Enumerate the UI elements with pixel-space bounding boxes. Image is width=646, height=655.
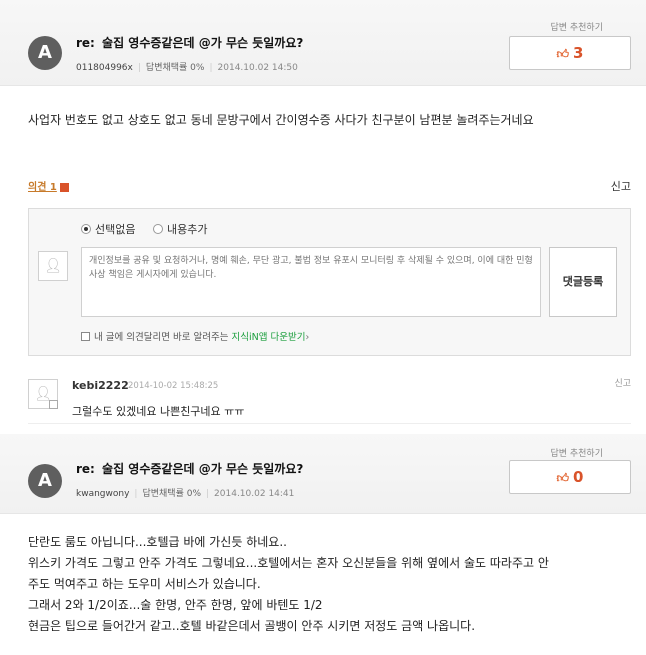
radio-no-selection[interactable]: 선택없음 <box>81 221 135 237</box>
answer-line: 현금은 팁으로 들어간거 같고..호텔 바같은데서 골뱅이 안주 시키면 저정도… <box>28 619 476 633</box>
recommend-count: 3 <box>573 44 584 62</box>
answer-meta: kwangwony | 답변채택률 0% | 2014.10.02 14:41 <box>76 489 295 499</box>
app-download-link[interactable]: 지식iN앱 다운받기› <box>231 332 309 343</box>
answer-date: 2014.10.02 14:50 <box>217 63 298 73</box>
report-link[interactable]: 신고 <box>611 178 631 194</box>
answerer-avatar: A <box>28 464 62 498</box>
comment-input[interactable] <box>81 247 541 317</box>
answerer-id[interactable]: 011804996x <box>76 63 133 73</box>
answer-body: 단란도 룸도 아닙니다...호텔급 바에 가신듯 하네요.. 위스키 가격도 그… <box>28 532 549 637</box>
comment-box: 선택없음 내용추가 👤︎ 댓글등록 내 글에 의견달리면 바로 알려주는 지식i… <box>28 208 631 356</box>
comment-type-radios: 선택없음 내용추가 <box>81 221 221 237</box>
re-prefix: re: <box>76 36 95 50</box>
app-download-label: 지식iN앱 다운받기 <box>231 332 306 343</box>
adoption-rate: 답변채택률 0% <box>145 63 205 73</box>
notify-text: 내 글에 의견달리면 바로 알려주는 <box>94 332 229 343</box>
radio-selected-icon <box>81 224 91 234</box>
reply-user[interactable]: kebi2222 <box>72 379 129 392</box>
thumbs-up-icon: 👍︎ <box>556 47 570 61</box>
user-avatar-icon: 👤︎ <box>38 251 68 281</box>
answer-date: 2014.10.02 14:41 <box>214 489 295 499</box>
opinion-toggle-link[interactable]: 의견 1 <box>28 182 57 193</box>
answer-line: 그래서 2와 1/2이죠...술 한명, 안주 한명, 앞에 바텐도 1/2 <box>28 598 323 612</box>
re-prefix: re: <box>76 462 95 476</box>
opinion-row: 의견 1 신고 <box>28 178 631 196</box>
answer-line: 사업자 번호도 없고 상호도 없고 동네 문방구에서 간이영수증 사다가 친구분… <box>28 113 534 127</box>
reply-report-link[interactable]: 신고 <box>614 376 631 389</box>
reply-avatar: 👤︎ <box>28 379 58 409</box>
radio-add-content-label: 내용추가 <box>166 223 208 236</box>
recommend-count: 0 <box>573 468 584 486</box>
radio-empty-icon <box>152 224 163 234</box>
chevron-right-icon: › <box>305 332 310 343</box>
recommend-button[interactable]: 👍︎ 0 <box>509 460 631 494</box>
answer-line: 주도 먹여주고 하는 도우미 서비스가 있습니다. <box>28 577 261 591</box>
answer-line: 위스키 가격도 그렇고 안주 가격도 그렇네요...호텔에서는 혼자 오신분들을… <box>28 556 549 570</box>
answer-header: A re: 술집 영수증같은데 @가 무슨 듯일까요? kwangwony | 답변… <box>0 434 646 514</box>
answerer-id[interactable]: kwangwony <box>76 489 129 499</box>
answer-body: 사업자 번호도 없고 상호도 없고 동네 문방구에서 간이영수증 사다가 친구분… <box>28 110 534 131</box>
answer-title-text: 술집 영수증같은데 @가 무슨 듯일까요? <box>102 36 304 50</box>
recommend-button[interactable]: 👍︎ 3 <box>509 36 631 70</box>
notify-row: 내 글에 의견달리면 바로 알려주는 지식iN앱 다운받기› <box>81 329 309 343</box>
answer-title: re: 술집 영수증같은데 @가 무슨 듯일까요? <box>76 34 303 51</box>
recommend-label: 답변 추천하기 <box>550 23 603 33</box>
answer-title: re: 술집 영수증같은데 @가 무슨 듯일까요? <box>76 460 303 477</box>
notify-checkbox[interactable] <box>81 332 90 341</box>
answer-meta: 011804996x | 답변채택률 0% | 2014.10.02 14:50 <box>76 63 298 73</box>
reply-date: 2014-10-02 15:48:25 <box>128 381 219 391</box>
radio-add-content[interactable]: 내용추가 <box>152 221 208 237</box>
submit-comment-button[interactable]: 댓글등록 <box>549 247 617 317</box>
answer-line: 단란도 룸도 아닙니다...호텔급 바에 가신듯 하네요.. <box>28 535 287 549</box>
answerer-avatar: A <box>28 36 62 70</box>
answer-header: A re: 술집 영수증같은데 @가 무슨 듯일까요? 011804996x | 답… <box>0 0 646 86</box>
reply-text: 그럴수도 있겠네요 나쁜친구네요 ㅠㅠ <box>72 405 245 418</box>
thumbs-up-icon: 👍︎ <box>556 471 570 485</box>
new-badge-icon <box>59 182 69 192</box>
profile-corner-icon <box>49 400 58 409</box>
reply-item: 👤︎ kebi2222 2014-10-02 15:48:25 그럴수도 있겠네… <box>28 374 631 424</box>
answer-title-text: 술집 영수증같은데 @가 무슨 듯일까요? <box>102 462 304 476</box>
radio-no-selection-label: 선택없음 <box>95 223 136 236</box>
recommend-label: 답변 추천하기 <box>550 449 603 459</box>
adoption-rate: 답변채택률 0% <box>142 489 201 499</box>
